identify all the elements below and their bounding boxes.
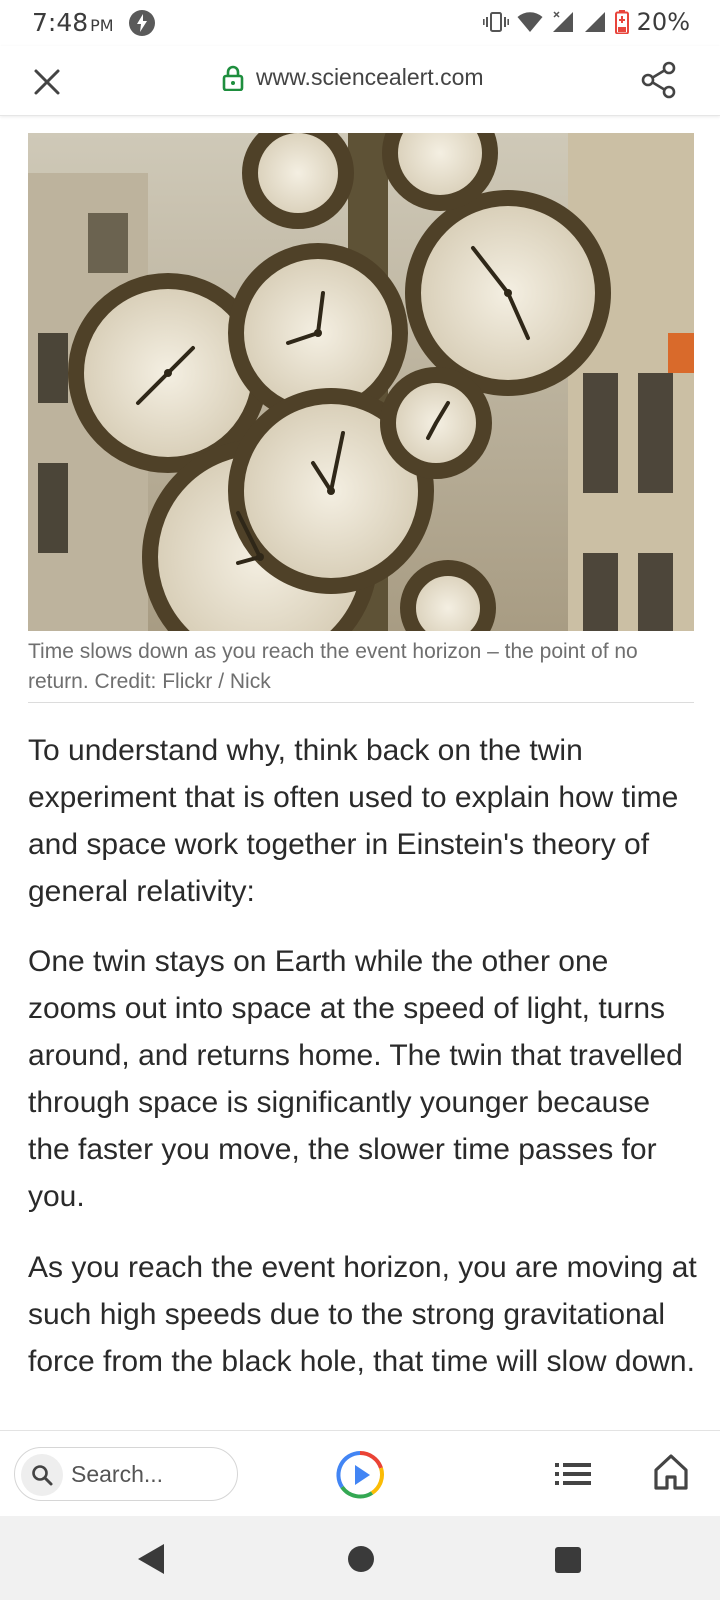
search-icon-wrap	[21, 1454, 63, 1496]
home-icon[interactable]	[653, 1453, 689, 1491]
sync-icon	[129, 10, 155, 36]
bottom-toolbar: Search...	[0, 1430, 720, 1516]
article-paragraph: One twin stays on Earth while the other …	[28, 945, 683, 1213]
signal-icon	[552, 11, 573, 32]
vibrate-icon	[482, 12, 509, 32]
article-paragraph: To understand why, think back on the twi…	[28, 734, 679, 908]
status-time-value: 7:48	[32, 8, 89, 37]
article-content[interactable]: Time slows down as you reach the event h…	[0, 117, 720, 1430]
list-icon[interactable]	[555, 1459, 591, 1489]
close-icon[interactable]	[30, 65, 64, 99]
lock-icon	[222, 65, 244, 91]
status-icons: 20%	[482, 8, 690, 36]
image-caption: Time slows down as you reach the event h…	[28, 640, 638, 693]
recents-icon[interactable]	[555, 1547, 581, 1573]
search-box[interactable]: Search...	[14, 1447, 238, 1501]
search-placeholder: Search...	[71, 1461, 164, 1487]
status-bar: 7:48 PM 20%	[0, 0, 720, 46]
search-icon	[32, 1465, 53, 1486]
share-icon[interactable]	[640, 60, 678, 100]
back-icon[interactable]	[136, 1542, 166, 1576]
wifi-icon	[517, 12, 543, 32]
status-time: 7:48 PM	[32, 8, 114, 37]
article-image-clocks	[28, 133, 694, 631]
system-nav-bar	[0, 1516, 720, 1600]
home-circle-icon[interactable]	[348, 1546, 374, 1572]
caption-divider	[28, 702, 694, 703]
assistant-icon[interactable]	[334, 1449, 386, 1501]
battery-icon	[614, 10, 629, 34]
url-bar[interactable]: www.sciencealert.com	[222, 64, 484, 91]
url-text: www.sciencealert.com	[256, 64, 484, 90]
article-paragraph: As you reach the event horizon, you are …	[28, 1251, 697, 1378]
custom-tab-toolbar: www.sciencealert.com	[0, 46, 720, 116]
status-time-ampm: PM	[90, 16, 114, 35]
signal-icon	[584, 12, 605, 32]
battery-percentage: 20%	[636, 8, 690, 36]
